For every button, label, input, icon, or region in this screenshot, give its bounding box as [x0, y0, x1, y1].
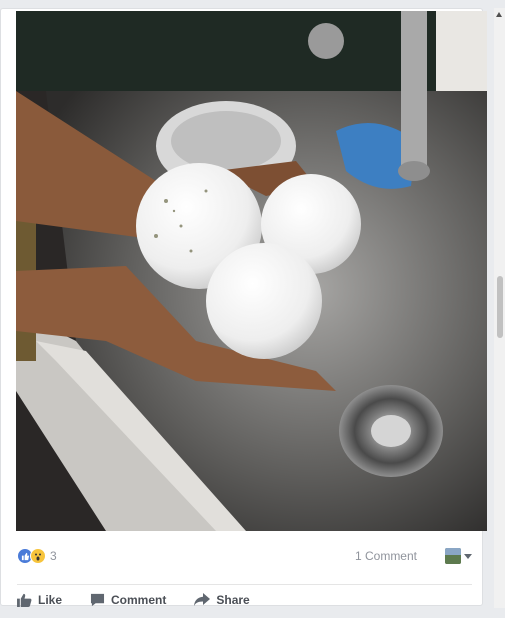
caret-down-icon	[464, 553, 472, 559]
scroll-up-arrow[interactable]	[496, 12, 502, 17]
divider	[17, 584, 472, 585]
thumbs-up-icon	[17, 593, 32, 607]
post-photo[interactable]	[16, 11, 487, 531]
comment-button[interactable]: Comment	[90, 593, 166, 607]
reactions-bar: 3 1 Comment	[17, 545, 472, 567]
reaction-count[interactable]: 3	[50, 549, 57, 563]
share-arrow-icon	[194, 593, 211, 606]
scrollbar[interactable]	[494, 8, 505, 608]
post-card: 3 1 Comment Like Comment Share	[0, 8, 487, 607]
hailstones-photo	[16, 11, 487, 531]
like-label: Like	[38, 593, 63, 607]
share-button[interactable]: Share	[194, 593, 250, 607]
speech-bubble-icon	[90, 593, 105, 607]
share-label: Share	[216, 593, 250, 607]
comment-label: Comment	[111, 593, 167, 607]
reaction-summary[interactable]	[17, 548, 46, 564]
wow-reaction-icon	[30, 548, 46, 564]
viewer-selector[interactable]	[445, 548, 472, 564]
page-avatar-icon	[445, 548, 461, 564]
scroll-thumb[interactable]	[497, 276, 503, 338]
post-actions: Like Comment Share	[17, 589, 472, 611]
comment-count-link[interactable]: 1 Comment	[355, 549, 417, 563]
like-button[interactable]: Like	[17, 593, 62, 607]
